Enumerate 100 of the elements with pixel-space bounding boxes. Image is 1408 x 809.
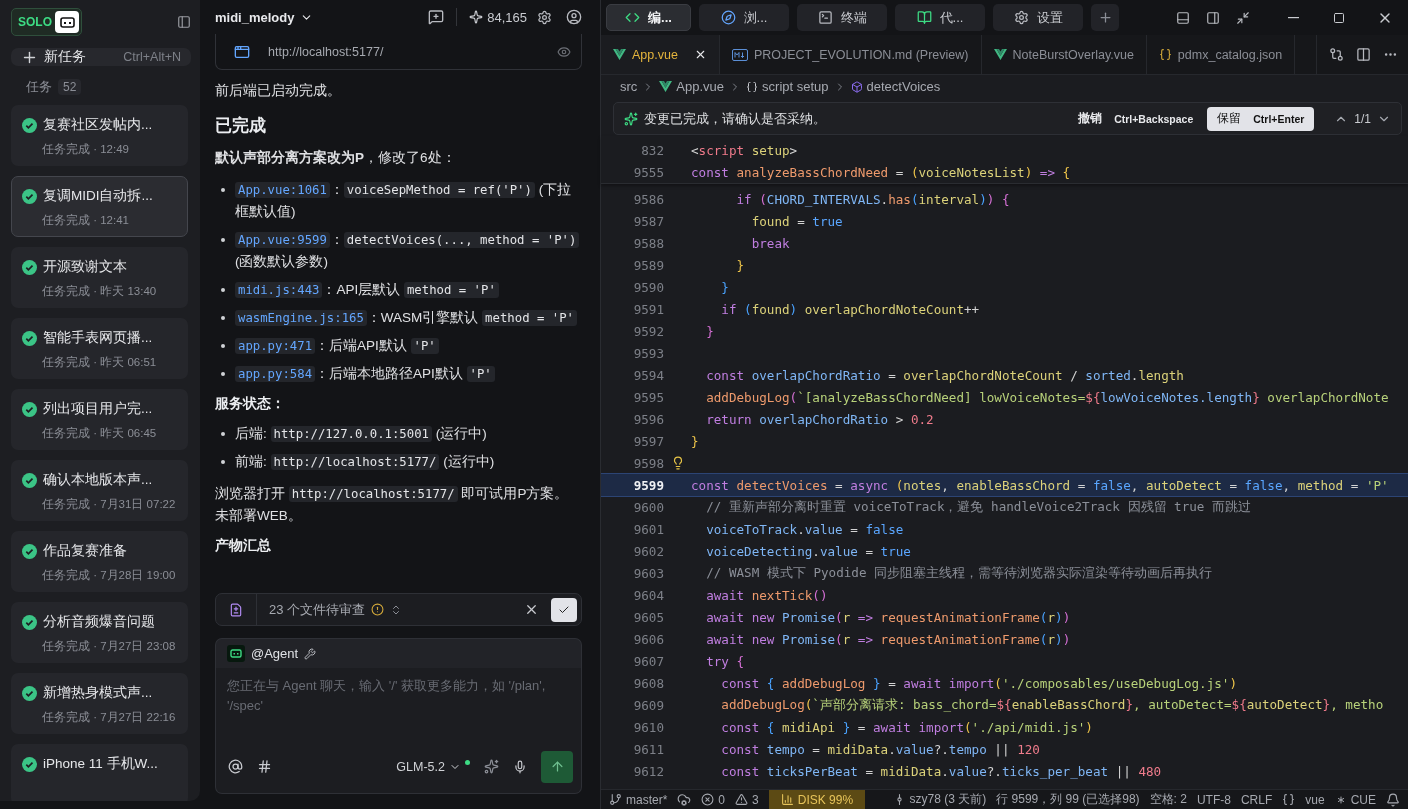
task-title: 分析音频爆音问题 bbox=[43, 613, 155, 631]
status-item[interactable]: CRLF bbox=[1240, 792, 1273, 807]
list-item-text: app.py:584 ：后端本地路径API默认 'P' bbox=[235, 363, 582, 385]
line-number: 9594 bbox=[632, 367, 664, 383]
task-card[interactable]: 智能手表网页播... 任务完成 · 昨天 06:51 bbox=[11, 318, 188, 379]
task-title: 智能手表网页播... bbox=[43, 329, 153, 347]
list-item-text: App.vue:9599 ： detectVoices(..., method = 'P') (函数默认参数) bbox=[235, 229, 582, 273]
task-title: 复赛社区发帖内... bbox=[43, 116, 153, 134]
code-line: <script setup> bbox=[691, 142, 798, 158]
code-line: voiceToTrack.value = false bbox=[705, 521, 904, 537]
task-card[interactable]: 列出项目用户完... 任务完成 · 昨天 06:45 bbox=[11, 389, 188, 450]
task-status: 任务完成 · 12:49 bbox=[42, 142, 129, 157]
cue-indicator[interactable]: CUE bbox=[1334, 792, 1376, 807]
task-card[interactable]: 分析音频爆音问题 任务完成 · 7月27日 23:08 bbox=[11, 602, 188, 663]
line-number: 9606 bbox=[632, 631, 664, 647]
preview-card[interactable]: http://localhost:5177/ bbox=[215, 34, 582, 70]
line-number: 9607 bbox=[632, 653, 664, 669]
breadcrumb-item[interactable]: src bbox=[620, 79, 638, 94]
line-number: 9588 bbox=[632, 235, 664, 251]
line-number: 9593 bbox=[632, 345, 664, 361]
file-tab[interactable]: pdmx_catalog.json bbox=[1146, 35, 1296, 74]
code-line: const { addDebugLog } = await import('./composables/useDebugLog.js') bbox=[720, 675, 1237, 691]
breadcrumb-item[interactable]: App.vue bbox=[659, 79, 725, 94]
message-text: 浏览器打开 http://localhost:5177/ 即可试用P方案。未部署WEB。 bbox=[215, 485, 570, 525]
task-card[interactable]: 开源致谢文本 任务完成 · 昨天 13:40 bbox=[11, 247, 188, 308]
branch-indicator[interactable]: master* bbox=[609, 792, 668, 807]
code-line: // 重新声部分离时重置 voiceToTrack，避免 handleVoice2Track 因残留 true 而跳过 bbox=[705, 498, 1252, 516]
status-item[interactable]: UTF-8 bbox=[1196, 792, 1231, 807]
line-number: 9608 bbox=[632, 675, 664, 691]
file-link[interactable]: App.vue:9599 bbox=[235, 232, 330, 248]
status-item[interactable]: vue bbox=[1305, 792, 1325, 807]
undo-button[interactable]: 撤销 Ctrl+Backspace bbox=[1070, 110, 1202, 127]
task-card[interactable]: 复赛社区发帖内... 任务完成 · 12:49 bbox=[11, 105, 188, 166]
task-card[interactable]: 新增热身模式声... 任务完成 · 7月27日 22:16 bbox=[11, 673, 188, 734]
code-line: break bbox=[750, 235, 790, 251]
task-card[interactable]: 作品复赛准备 任务完成 · 7月28日 19:00 bbox=[11, 531, 188, 592]
line-number: 9610 bbox=[632, 719, 664, 735]
line-number: 9600 bbox=[632, 499, 664, 515]
chat-input[interactable]: 您正在与 Agent 聊天，输入 '/' 获取更多能力，如 '/plan', '/spec' bbox=[215, 668, 582, 748]
tasks-label: 任务 bbox=[26, 78, 52, 96]
blame-indicator[interactable]: szy78 (3 天前) bbox=[892, 791, 987, 808]
line-number: 9611 bbox=[632, 741, 664, 757]
task-title: 作品复赛准备 bbox=[43, 542, 127, 560]
task-title: 确认本地版本声... bbox=[43, 471, 153, 489]
error-count[interactable]: 0 bbox=[701, 792, 726, 807]
warning-count[interactable]: 3 bbox=[735, 792, 759, 807]
task-title: 开源致谢文本 bbox=[43, 258, 127, 276]
project-selector[interactable]: midi_melody bbox=[215, 9, 314, 25]
mode-tab[interactable]: 设置 bbox=[993, 4, 1083, 31]
code-line: } bbox=[720, 279, 729, 295]
new-task-button[interactable]: 新任务 Ctrl+Alt+N bbox=[11, 48, 191, 66]
code-line: // WASM 模式下 Pyodide 同步阻塞主线程，需等待浏览器实际渲染等待动画后再执行 bbox=[705, 564, 1213, 582]
section-heading: 已完成 bbox=[215, 115, 267, 137]
line-number: 9555 bbox=[632, 164, 664, 180]
line-number: 9609 bbox=[632, 697, 664, 713]
task-card[interactable]: iPhone 11 手机W... bbox=[11, 744, 188, 801]
file-link[interactable]: app.py:471 bbox=[235, 338, 316, 354]
code-line: const ticksPerBeat = midiData.value?.ticks_per_beat || 480 bbox=[720, 763, 1162, 779]
mode-tab[interactable]: 浏... bbox=[699, 4, 789, 31]
code-line: try { bbox=[705, 653, 745, 669]
code-line: addDebugLog(`声部分离请求: bass_chord=${enableBassChord}, autoDetect=${autoDetect}, metho bbox=[720, 696, 1384, 714]
list-item-text: wasmEngine.js:165 ：WASM引擎默认 method = 'P' bbox=[235, 307, 582, 329]
line-number: 9592 bbox=[632, 323, 664, 339]
breadcrumb-item[interactable]: detectVoices bbox=[850, 79, 941, 94]
line-number: 9604 bbox=[632, 587, 664, 603]
disk-indicator[interactable]: DISK 99% bbox=[768, 790, 866, 809]
line-number: 9603 bbox=[632, 565, 664, 581]
list-item-text: 后端: http://127.0.0.1:5001 (运行中) bbox=[235, 425, 488, 444]
line-number: 9599 bbox=[632, 477, 664, 493]
keep-button[interactable]: 保留 Ctrl+Enter bbox=[1207, 106, 1315, 131]
status-item[interactable]: 空格: 2 bbox=[1149, 791, 1187, 808]
file-tab[interactable]: NoteBurstOverlay.vue bbox=[981, 35, 1147, 74]
line-number: 9601 bbox=[632, 521, 664, 537]
app-logo: SOLO bbox=[11, 8, 82, 36]
file-link[interactable]: app.py:584 bbox=[235, 366, 316, 382]
mode-tab[interactable]: 代... bbox=[895, 4, 985, 31]
code-line: } bbox=[735, 257, 745, 273]
file-link[interactable]: wasmEngine.js:165 bbox=[235, 310, 367, 326]
status-item[interactable]: 行 9599，列 99 (已选择98) bbox=[996, 791, 1140, 808]
file-tab[interactable]: App.vue bbox=[601, 35, 720, 74]
line-number: 9605 bbox=[632, 609, 664, 625]
mode-tab[interactable]: 终端 bbox=[797, 4, 887, 31]
file-link[interactable]: midi.js:443 bbox=[235, 282, 323, 298]
code-line: if (CHORD_INTERVALS.has(interval)) { bbox=[735, 191, 1010, 207]
file-link[interactable]: App.vue:1061 bbox=[235, 182, 330, 198]
task-status: 任务完成 · 7月31日 07:22 bbox=[42, 497, 176, 512]
line-number: 9586 bbox=[632, 191, 664, 207]
code-line: const tempo = midiData.value?.tempo || 120 bbox=[720, 741, 1040, 757]
breadcrumb-item[interactable]: script setup bbox=[746, 79, 829, 94]
task-card[interactable]: 确认本地版本声... 任务完成 · 7月31日 07:22 bbox=[11, 460, 188, 521]
mode-tab[interactable]: 编... bbox=[606, 4, 691, 31]
task-card[interactable]: 复调MIDI自动拆... 任务完成 · 12:41 bbox=[11, 176, 188, 237]
list-item-text: app.py:471 ：后端API默认 'P' bbox=[235, 335, 582, 357]
line-number: 9590 bbox=[632, 279, 664, 295]
file-tab[interactable]: PROJECT_EVOLUTION.md (Preview) bbox=[719, 35, 982, 74]
code-line: await new Promise(r => requestAnimationFrame(r)) bbox=[705, 631, 1071, 647]
model-selector[interactable]: GLM-5.2 bbox=[396, 759, 470, 774]
task-status: 任务完成 · 7月27日 23:08 bbox=[42, 639, 176, 654]
code-line: addDebugLog(`[analyzeBassChordNeed] lowVoiceNotes=${lowVoiceNotes.length} overlapChordNote bbox=[705, 389, 1389, 405]
section-label: 服务状态： bbox=[215, 395, 286, 413]
